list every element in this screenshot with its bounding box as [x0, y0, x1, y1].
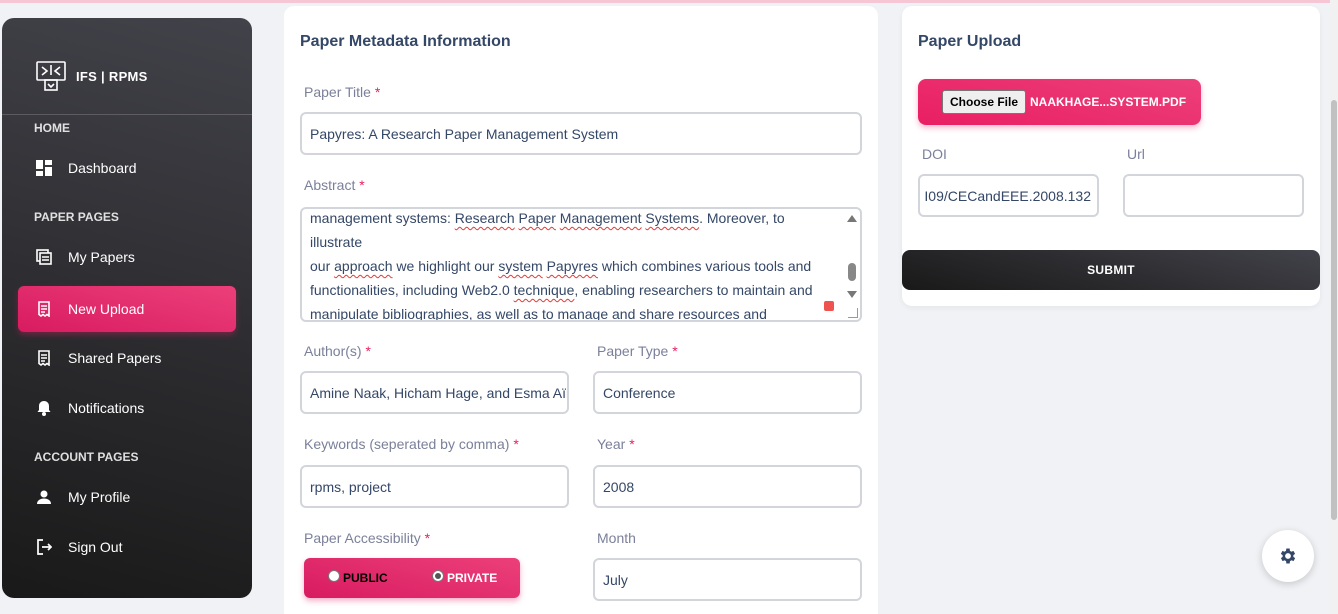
- year-input[interactable]: 2008: [593, 465, 862, 508]
- person-icon: [36, 489, 52, 505]
- authors-label: Author(s) *: [304, 343, 371, 359]
- papers-icon: [36, 249, 52, 265]
- brand[interactable]: IFS | RPMS: [36, 61, 148, 91]
- sidebar-item-label: Dashboard: [68, 160, 137, 176]
- abstract-line: manipulate bibliographies, as well as to…: [310, 306, 767, 322]
- page-scrollbar[interactable]: [1330, 0, 1338, 614]
- paper-title-input[interactable]: Papyres: A Research Paper Management Sys…: [300, 112, 862, 155]
- choose-file-button[interactable]: Choose File: [942, 90, 1027, 114]
- resize-handle-icon[interactable]: [848, 308, 858, 318]
- abstract-textarea[interactable]: management systems: Research Paper Manag…: [300, 207, 862, 322]
- sidebar-item-shared-papers[interactable]: Shared Papers: [18, 335, 236, 381]
- scroll-thumb[interactable]: [848, 263, 856, 281]
- scroll-down-icon[interactable]: [847, 291, 857, 298]
- section-home: HOME: [34, 121, 70, 135]
- paper-title-label: Paper Title *: [304, 84, 381, 100]
- selected-file-name: NAAKHAGE...SYSTEM.PDF: [1030, 95, 1187, 109]
- radio-circle[interactable]: [328, 570, 340, 582]
- receipt-icon: [36, 350, 52, 366]
- doi-label: DOI: [922, 146, 947, 162]
- url-label: Url: [1127, 146, 1145, 162]
- month-label: Month: [597, 530, 636, 546]
- scroll-up-icon[interactable]: [847, 215, 857, 222]
- abstract-text: management systems: Research Paper Manag…: [310, 209, 830, 322]
- sidebar-item-label: Shared Papers: [68, 350, 162, 366]
- page-scroll-thumb[interactable]: [1331, 100, 1337, 520]
- sidebar-divider: [2, 114, 252, 115]
- upload-card-title: Paper Upload: [918, 33, 1022, 50]
- sidebar-item-sign-out[interactable]: Sign Out: [18, 524, 236, 570]
- radio-circle-checked[interactable]: [432, 570, 444, 582]
- sidebar-item-my-profile[interactable]: My Profile: [18, 474, 236, 520]
- paper-type-input[interactable]: Conference: [593, 371, 862, 414]
- year-label: Year *: [597, 436, 635, 452]
- sidebar-item-label: Notifications: [68, 400, 145, 416]
- sidebar-item-label: New Upload: [68, 301, 145, 317]
- top-accent-line: [0, 0, 1338, 3]
- file-input[interactable]: Choose File NAAKHAGE...SYSTEM.PDF: [918, 79, 1201, 125]
- sidebar-item-my-papers[interactable]: My Papers: [18, 234, 236, 280]
- receipt-icon: [36, 301, 52, 317]
- logout-icon: [36, 539, 52, 555]
- url-input[interactable]: [1123, 174, 1304, 217]
- abstract-line: our approach we highlight our system Pap…: [310, 258, 812, 274]
- abstract-scrollbar[interactable]: [846, 213, 858, 313]
- sidebar-item-label: My Profile: [68, 489, 131, 505]
- brand-name: IFS | RPMS: [76, 68, 148, 84]
- abstract-label: Abstract *: [304, 177, 365, 193]
- sidebar-item-label: My Papers: [68, 249, 135, 265]
- settings-button[interactable]: [1262, 530, 1314, 582]
- dashboard-icon: [36, 160, 52, 176]
- sidebar-item-label: Sign Out: [68, 539, 123, 555]
- brand-logo-icon: [36, 61, 66, 91]
- grammar-check-icon[interactable]: [824, 301, 834, 311]
- sidebar-item-dashboard[interactable]: Dashboard: [18, 145, 236, 191]
- private-radio-label: PRIVATE: [447, 571, 498, 585]
- accessibility-label: Paper Accessibility *: [304, 530, 431, 546]
- paper-type-label: Paper Type *: [597, 343, 678, 359]
- doi-input[interactable]: I09/CECandEEE.2008.132: [918, 174, 1099, 217]
- bell-icon: [36, 400, 52, 416]
- gear-icon: [1280, 548, 1296, 564]
- public-radio-label: PUBLIC: [343, 571, 388, 585]
- sidebar-item-notifications[interactable]: Notifications: [18, 385, 236, 431]
- accessibility-radio-group: PUBLIC PRIVATE: [304, 558, 520, 598]
- abstract-line: management systems: Research Paper Manag…: [310, 210, 785, 250]
- keywords-input[interactable]: rpms, project: [300, 465, 569, 508]
- section-account-pages: ACCOUNT PAGES: [34, 450, 139, 464]
- month-input[interactable]: July: [593, 558, 862, 601]
- sidebar-item-new-upload[interactable]: New Upload: [18, 286, 236, 332]
- metadata-card-title: Paper Metadata Information: [300, 33, 511, 50]
- submit-button[interactable]: SUBMIT: [902, 250, 1320, 290]
- keywords-label: Keywords (seperated by comma) *: [304, 436, 519, 452]
- abstract-line: functionalities, including Web2.0 techni…: [310, 282, 813, 298]
- sidebar: IFS | RPMS HOME Dashboard PAPER PAGES My…: [2, 18, 252, 598]
- authors-input[interactable]: Amine Naak, Hicham Hage, and Esma Aïmeur: [300, 371, 569, 414]
- public-radio[interactable]: PUBLIC: [328, 570, 388, 585]
- private-radio[interactable]: PRIVATE: [432, 570, 498, 585]
- section-paper-pages: PAPER PAGES: [34, 210, 119, 224]
